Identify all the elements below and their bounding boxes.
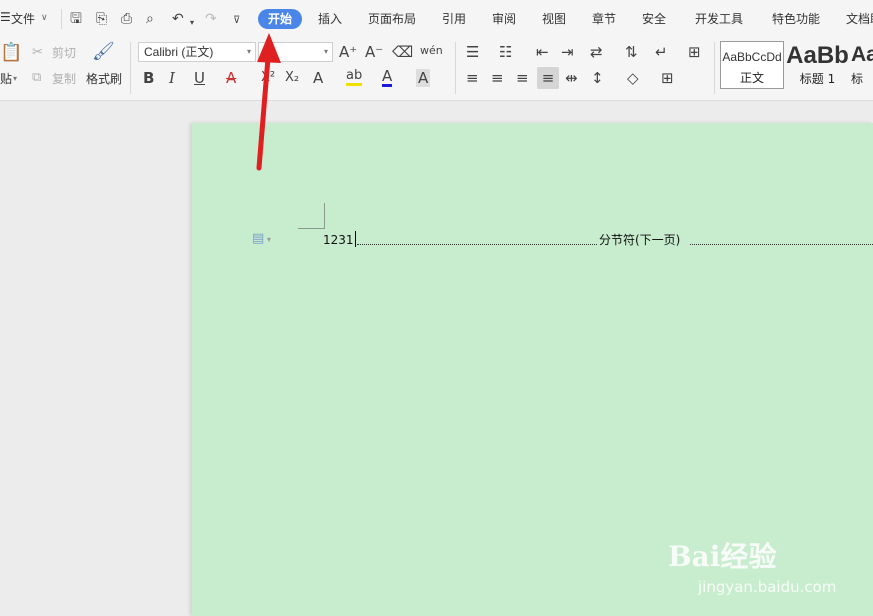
baidu-watermark: Bai经验 jingyan.baidu.com	[668, 520, 848, 600]
arrow-head	[257, 33, 281, 63]
watermark-url: jingyan.baidu.com	[698, 578, 837, 596]
watermark-logo: Bai经验	[668, 540, 777, 573]
arrow-shaft	[256, 55, 271, 171]
